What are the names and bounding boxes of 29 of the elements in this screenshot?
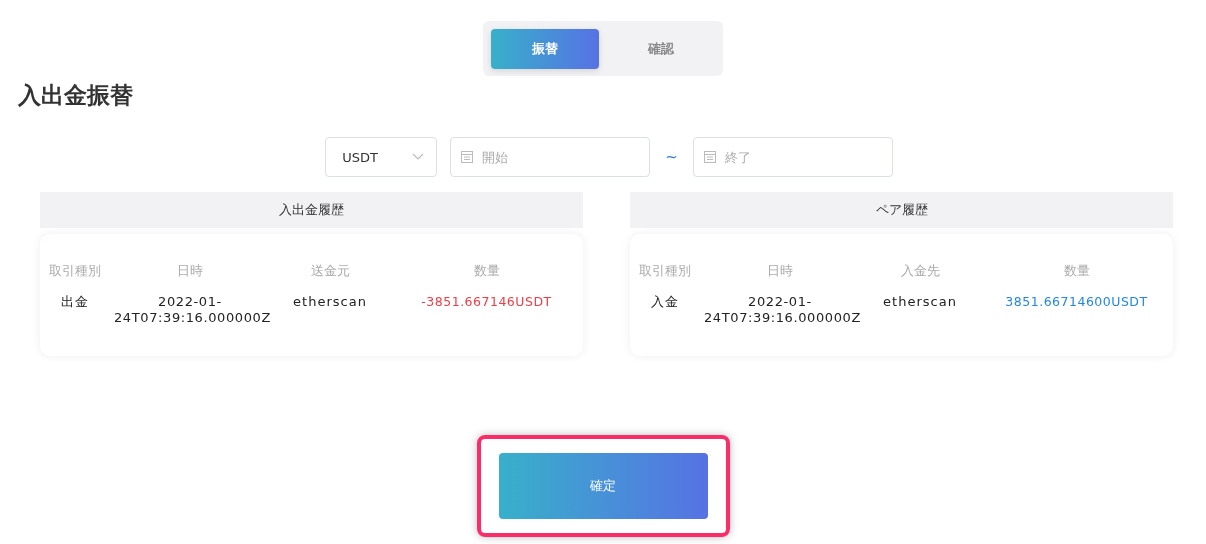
confirm-button[interactable]: 確定 — [498, 453, 708, 519]
start-date-field[interactable]: 開始 — [450, 137, 651, 177]
table-cell-text: etherscan — [882, 294, 958, 311]
column-header: 入金先 — [899, 262, 941, 280]
column-header: 送金元 — [309, 262, 351, 280]
tab[interactable]: 振替 — [491, 28, 599, 69]
column-header: 数量 — [472, 262, 501, 280]
panel-header: ペア履歴 — [630, 192, 1173, 228]
chevron-down-icon — [412, 153, 425, 161]
page-title: 入出金振替 — [18, 81, 133, 110]
column-header: 取引種別 — [48, 262, 102, 280]
table-cell-text: -3851.667146USDT — [420, 294, 553, 311]
column-header: 取引種別 — [638, 262, 692, 280]
column-header: 数量 — [1062, 262, 1091, 280]
currency-select[interactable]: USDT — [325, 137, 438, 177]
table-cell-text: 入金 — [650, 294, 680, 311]
table-cell-text: 2022-01-24T07:39:16.000000Z — [703, 294, 860, 326]
end-date-field[interactable]: 終了 — [692, 137, 893, 177]
column-header: 日時 — [176, 262, 204, 280]
column-header: 日時 — [766, 262, 794, 280]
tab[interactable]: 確認 — [607, 28, 715, 69]
calendar-icon — [703, 151, 716, 163]
table-cell-text: 3851.66714600USDT — [1004, 294, 1149, 311]
table-cell-text: etherscan — [292, 294, 368, 311]
panel-header: 入出金履歴 — [40, 192, 583, 228]
table-cell-text: 出金 — [60, 294, 90, 311]
table-cell-text: 2022-01-24T07:39:16.000000Z — [113, 294, 270, 326]
range-separator: ~ — [665, 148, 678, 166]
calendar-icon — [461, 151, 474, 163]
